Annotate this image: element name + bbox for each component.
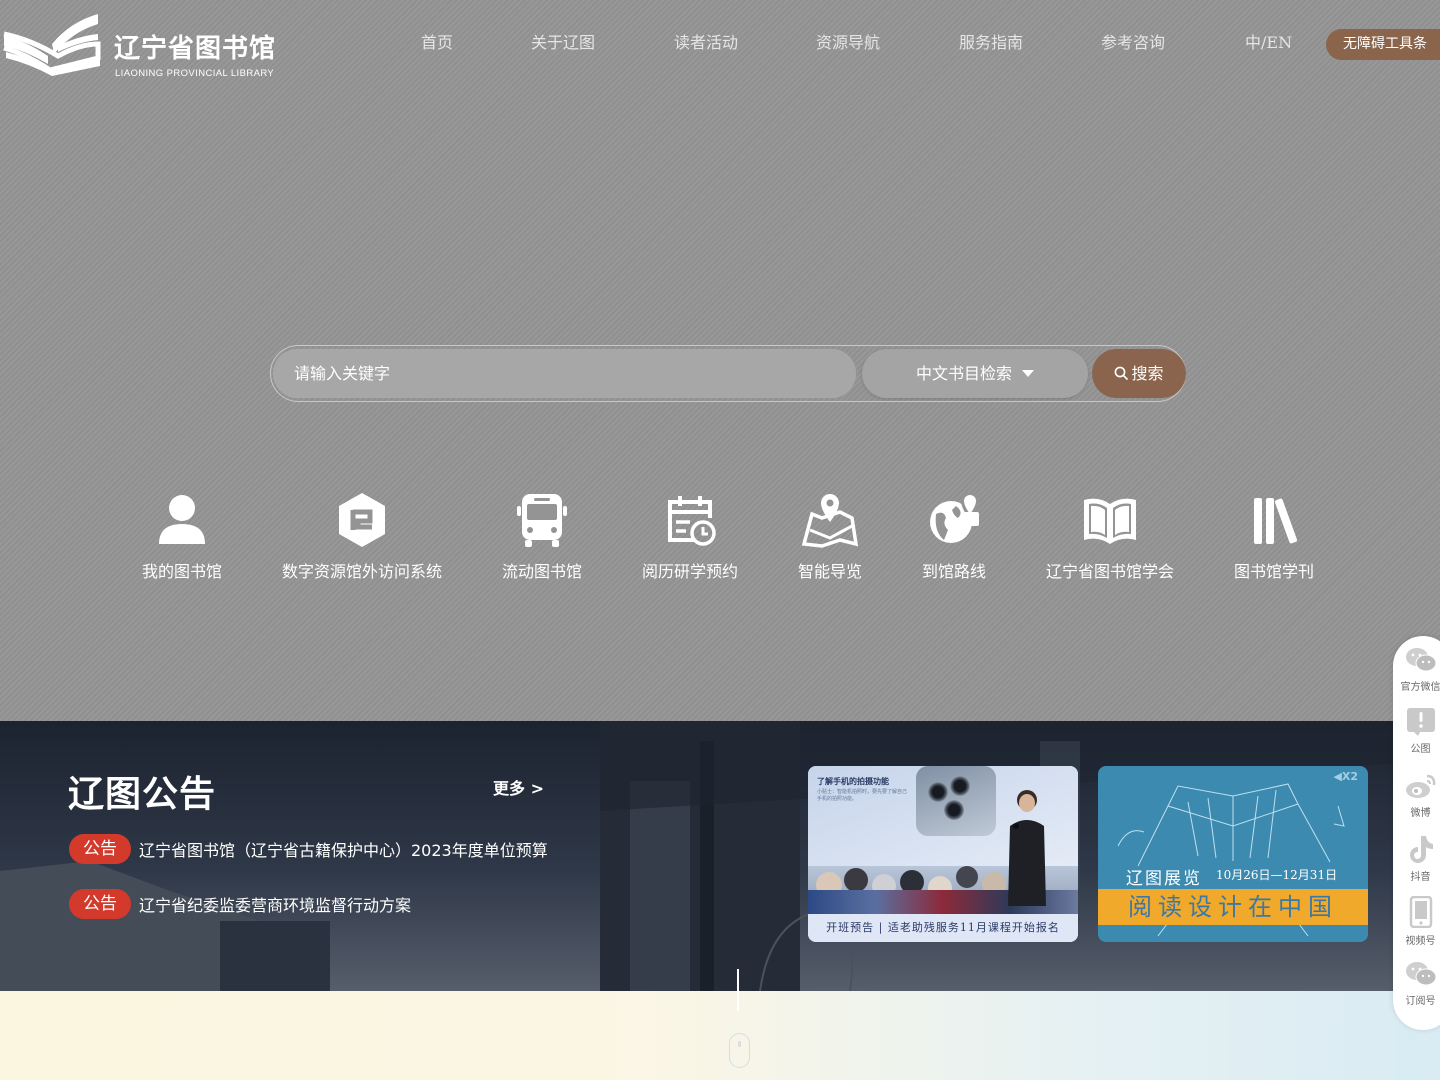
search-input[interactable] [273, 349, 856, 398]
notice-item[interactable]: 公告 辽宁省纪委监委营商环境监督行动方案 [69, 889, 411, 919]
quick-link-label: 智能导览 [798, 562, 863, 581]
hero-section: 辽宁省图书馆 LIAONING PROVINCIAL LIBRARY 首页 关于… [0, 0, 1440, 721]
quick-link-label: 图书馆学刊 [1234, 562, 1315, 581]
notice-text: 辽宁省图书馆（辽宁省古籍保护中心）2023年度单位预算 [139, 841, 548, 860]
search-button-label: 搜索 [1131, 364, 1164, 383]
logo-text-en: LIAONING PROVINCIAL LIBRARY [115, 68, 275, 79]
search-icon [1115, 366, 1129, 380]
more-link[interactable]: 更多 > [493, 775, 544, 799]
nav-reference[interactable]: 参考咨询 [1101, 31, 1165, 55]
slide-title: 了解手机的拍摄功能 [817, 777, 889, 786]
side-item-label: 官方微信 [1400, 682, 1440, 693]
search-type-select[interactable]: 中文书目检索 [862, 349, 1088, 398]
nav-home[interactable]: 首页 [421, 31, 453, 55]
wechat-icon [1405, 648, 1436, 672]
quick-link-directions[interactable]: 到馆路线 [922, 490, 986, 584]
quick-link-library-society[interactable]: 辽宁省图书馆学会 [1046, 490, 1174, 584]
nav-about[interactable]: 关于辽图 [531, 31, 595, 55]
quick-link-label: 我的图书馆 [142, 562, 223, 581]
caret-down-icon [1022, 369, 1034, 377]
quick-link-smart-guide[interactable]: 智能导览 [798, 490, 862, 584]
quick-link-journal[interactable]: 图书馆学刊 [1234, 490, 1314, 584]
notice-section: 辽图公告 更多 > 公告 辽宁省图书馆（辽宁省古籍保护中心）2023年度单位预算 … [0, 721, 1440, 991]
exhibition-label: 辽图展览 [1126, 869, 1202, 889]
side-item-notice[interactable]: 公图 [1393, 708, 1440, 755]
quick-link-mobile-library[interactable]: 流动图书馆 [502, 490, 582, 584]
phone-icon [1409, 896, 1432, 928]
side-item-label: 公图 [1410, 744, 1431, 755]
mouse-scroll-icon[interactable] [729, 1033, 750, 1068]
quick-link-study-booking[interactable]: 阅历研学预约 [642, 490, 738, 584]
notice-text: 辽宁省纪委监委营商环境监督行动方案 [139, 896, 412, 915]
side-social-bar: 官方微信 公图 微博 抖音 视频号 订阅号 [1393, 636, 1440, 1030]
main-nav: 首页 关于辽图 读者活动 资源导航 服务指南 参考咨询 [0, 31, 1440, 57]
quick-link-digital-access[interactable]: 数字资源馆外访问系统 [282, 490, 442, 584]
quick-link-label: 流动图书馆 [502, 562, 583, 581]
side-item-label: 微博 [1410, 808, 1431, 819]
language-switch[interactable]: 中/EN [1245, 31, 1292, 55]
exhibition-dates: 10月26日—12月31日 [1216, 868, 1338, 882]
quick-link-label: 到馆路线 [922, 562, 987, 581]
notice-tag: 公告 [69, 834, 131, 864]
quick-link-label: 辽宁省图书馆学会 [1046, 562, 1175, 581]
side-item-weibo[interactable]: 微博 [1393, 772, 1440, 819]
scroll-line-indicator [737, 969, 739, 1011]
accessibility-toolbar-button[interactable]: 无障碍工具条 [1326, 29, 1440, 60]
notice-item[interactable]: 公告 辽宁省图书馆（辽宁省古籍保护中心）2023年度单位预算 [69, 834, 548, 864]
notice-tag: 公告 [69, 889, 131, 919]
promo-card-course[interactable]: 了解手机的拍摄功能 小贴士：智能机拍照时，要先要了解自己手机的拍照功能。 开班预 [808, 766, 1078, 942]
card-badge: ◀X2 [1333, 770, 1358, 783]
search-type-label: 中文书目检索 [915, 364, 1012, 383]
side-item-label: 订阅号 [1405, 996, 1436, 1007]
side-item-subscription[interactable]: 订阅号 [1393, 960, 1440, 1007]
globe-location-icon [930, 492, 979, 543]
books-icon [1254, 498, 1298, 544]
wechat-icon [1405, 962, 1436, 986]
bus-icon [517, 494, 567, 547]
side-item-wechat[interactable]: 官方微信 [1393, 646, 1440, 693]
calendar-clock-icon [668, 496, 716, 546]
nav-resources[interactable]: 资源导航 [816, 31, 880, 55]
quick-link-label: 数字资源馆外访问系统 [282, 562, 443, 581]
quick-link-label: 阅历研学预约 [642, 562, 739, 581]
e-hexagon-icon [339, 493, 385, 547]
side-item-video-channel[interactable]: 视频号 [1393, 896, 1440, 947]
speaker-image [1008, 790, 1046, 906]
notice-title: 辽图公告 [68, 774, 217, 815]
open-book-icon [1084, 498, 1136, 544]
exhibition-headline: 阅读设计在中国 [1098, 889, 1368, 925]
nav-activities[interactable]: 读者活动 [674, 31, 738, 55]
search-button[interactable]: 搜索 [1092, 349, 1186, 398]
map-pin-icon [801, 494, 859, 548]
slide-subtitle: 小贴士：智能机拍照时，要先要了解自己手机的拍照功能。 [817, 789, 908, 802]
nav-service-guide[interactable]: 服务指南 [959, 31, 1023, 55]
side-item-douyin[interactable]: 抖音 [1393, 834, 1440, 883]
phone-camera-image [916, 766, 996, 836]
douyin-icon [1409, 836, 1433, 863]
quick-link-my-library[interactable]: 我的图书馆 [142, 490, 222, 584]
promo-card-exhibition[interactable]: ◀X2 辽图展览 10月26日—12月31日 阅读设计在中国 [1098, 766, 1368, 942]
weibo-icon [1405, 774, 1435, 798]
side-item-label: 视频号 [1405, 936, 1436, 947]
card-caption: 开班预告 | 适老助残服务11月课程开始报名 [808, 914, 1078, 942]
user-icon [159, 495, 205, 544]
side-item-label: 抖音 [1410, 872, 1431, 883]
alert-icon [1406, 708, 1435, 736]
bottom-section [0, 991, 1440, 1080]
